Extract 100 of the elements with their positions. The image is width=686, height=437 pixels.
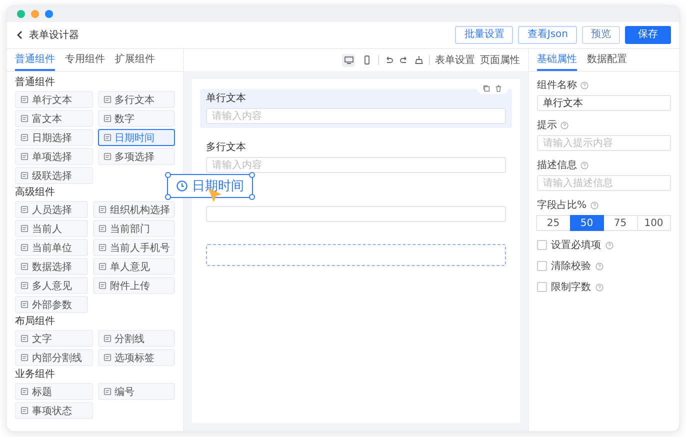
component-item[interactable]: 日期选择: [15, 129, 92, 146]
component-item[interactable]: 事项状态: [15, 402, 92, 419]
help-icon[interactable]: [605, 240, 614, 250]
window-dot[interactable]: [17, 10, 25, 18]
help-icon[interactable]: [595, 282, 604, 292]
property-tab[interactable]: 数据配置: [587, 49, 627, 71]
component-item[interactable]: 级联选择: [15, 167, 92, 184]
component-item[interactable]: 当前人手机号: [93, 239, 175, 256]
component-item[interactable]: 分割线: [98, 330, 175, 347]
component-item[interactable]: 富文本: [15, 110, 92, 127]
component-icon: [102, 133, 112, 142]
help-icon[interactable]: [560, 120, 569, 130]
property-label: 提示: [537, 119, 557, 132]
ratio-option[interactable]: 50: [570, 215, 604, 231]
palette-tab[interactable]: 普通组件: [15, 49, 55, 71]
component-icon: [20, 243, 29, 252]
copy-icon[interactable]: [482, 84, 491, 93]
component-icon: [98, 262, 107, 271]
component-icon: [20, 95, 29, 104]
component-icon: [102, 334, 112, 343]
checkbox[interactable]: [537, 240, 547, 250]
input-field[interactable]: 单行文本: [537, 95, 671, 111]
component-item[interactable]: 多行文本: [98, 91, 175, 108]
group-heading: 普通组件: [15, 77, 56, 89]
property-label: 字段占比%: [537, 198, 587, 212]
ratio-option[interactable]: 75: [603, 215, 638, 231]
help-icon[interactable]: [595, 262, 604, 270]
component-item[interactable]: 人员选择: [15, 201, 88, 218]
field-label: 单行文本: [206, 93, 247, 105]
component-icon: [98, 205, 107, 214]
component-icon: [20, 387, 29, 396]
component-icon: [98, 243, 107, 252]
component-icon: [20, 114, 29, 123]
component-item[interactable]: 多项选择: [98, 148, 175, 165]
component-item[interactable]: 附件上传: [93, 277, 175, 294]
component-item[interactable]: 组织机构选择: [93, 201, 175, 218]
component-icon: [102, 353, 112, 362]
input-field[interactable]: [206, 206, 506, 222]
header-button[interactable]: 批量设置: [455, 26, 514, 44]
help-icon[interactable]: [590, 200, 599, 210]
component-item[interactable]: 编号: [98, 383, 175, 400]
window-dot[interactable]: [45, 10, 53, 18]
component-item[interactable]: 文字: [15, 330, 92, 347]
component-item[interactable]: 日期时间: [98, 129, 175, 146]
field-label: 多行文本: [206, 142, 247, 154]
component-icon: [20, 281, 29, 290]
component-item[interactable]: 数字: [98, 110, 175, 127]
component-item[interactable]: 单项选择: [15, 148, 92, 165]
component-item[interactable]: 当前部门: [93, 220, 175, 237]
help-icon[interactable]: [580, 80, 589, 90]
header-button[interactable]: 查看Json: [518, 26, 577, 44]
component-icon: [20, 224, 29, 233]
device-toggle[interactable]: [342, 54, 355, 66]
checkbox-label: 清除校验: [551, 260, 591, 273]
toolbar-link[interactable]: 页面属性: [480, 53, 520, 67]
component-item[interactable]: 标题: [15, 383, 92, 400]
property-label: 描述信息: [537, 158, 577, 172]
palette-tab[interactable]: 专用组件: [65, 49, 105, 71]
palette-tab[interactable]: 扩展组件: [115, 49, 155, 71]
component-item[interactable]: 选项标签: [98, 349, 175, 366]
help-icon[interactable]: [580, 160, 589, 170]
component-item[interactable]: 当前人: [15, 220, 88, 237]
component-icon: [20, 262, 29, 271]
component-item[interactable]: 单人意见: [93, 258, 175, 275]
checkbox[interactable]: [537, 282, 547, 292]
input-field[interactable]: 请输入描述信息: [537, 175, 671, 191]
property-tab[interactable]: 基础属性: [537, 49, 577, 71]
monitor-icon: [344, 55, 354, 65]
undo-icon[interactable]: [384, 55, 394, 65]
component-item[interactable]: 当前单位: [15, 239, 88, 256]
page-title: 表单设计器: [29, 28, 79, 42]
brush-icon[interactable]: [414, 55, 424, 65]
redo-icon[interactable]: [399, 55, 409, 65]
toolbar-link[interactable]: 表单设置: [435, 53, 475, 67]
delete-icon[interactable]: [494, 84, 503, 93]
input-field[interactable]: 请输入内容: [206, 157, 506, 173]
window-dot[interactable]: [31, 10, 39, 18]
component-icon: [20, 133, 29, 142]
input-field[interactable]: 请输入提示内容: [537, 135, 671, 151]
component-icon: [102, 95, 112, 104]
component-item[interactable]: 内部分割线: [15, 349, 92, 366]
component-icon: [98, 224, 107, 233]
header-button[interactable]: 预览: [582, 26, 620, 44]
drag-preview[interactable]: 日期时间: [167, 174, 253, 198]
ratio-option[interactable]: 100: [636, 215, 671, 231]
component-icon: [98, 281, 107, 290]
input-field[interactable]: 请输入内容: [206, 108, 506, 124]
component-item[interactable]: 单行文本: [15, 91, 92, 108]
component-item[interactable]: 数据选择: [15, 258, 88, 275]
component-icon: [20, 353, 29, 362]
component-icon: [20, 171, 29, 180]
component-icon: [102, 114, 112, 123]
ratio-option[interactable]: 25: [536, 215, 570, 231]
header-button[interactable]: 保存: [625, 26, 671, 44]
back-icon[interactable]: [15, 30, 25, 40]
component-item[interactable]: 外部参数: [15, 296, 88, 313]
checkbox[interactable]: [537, 261, 547, 271]
component-icon: [20, 300, 29, 309]
property-label: 组件名称: [537, 79, 577, 92]
component-item[interactable]: 多人意见: [15, 277, 88, 294]
